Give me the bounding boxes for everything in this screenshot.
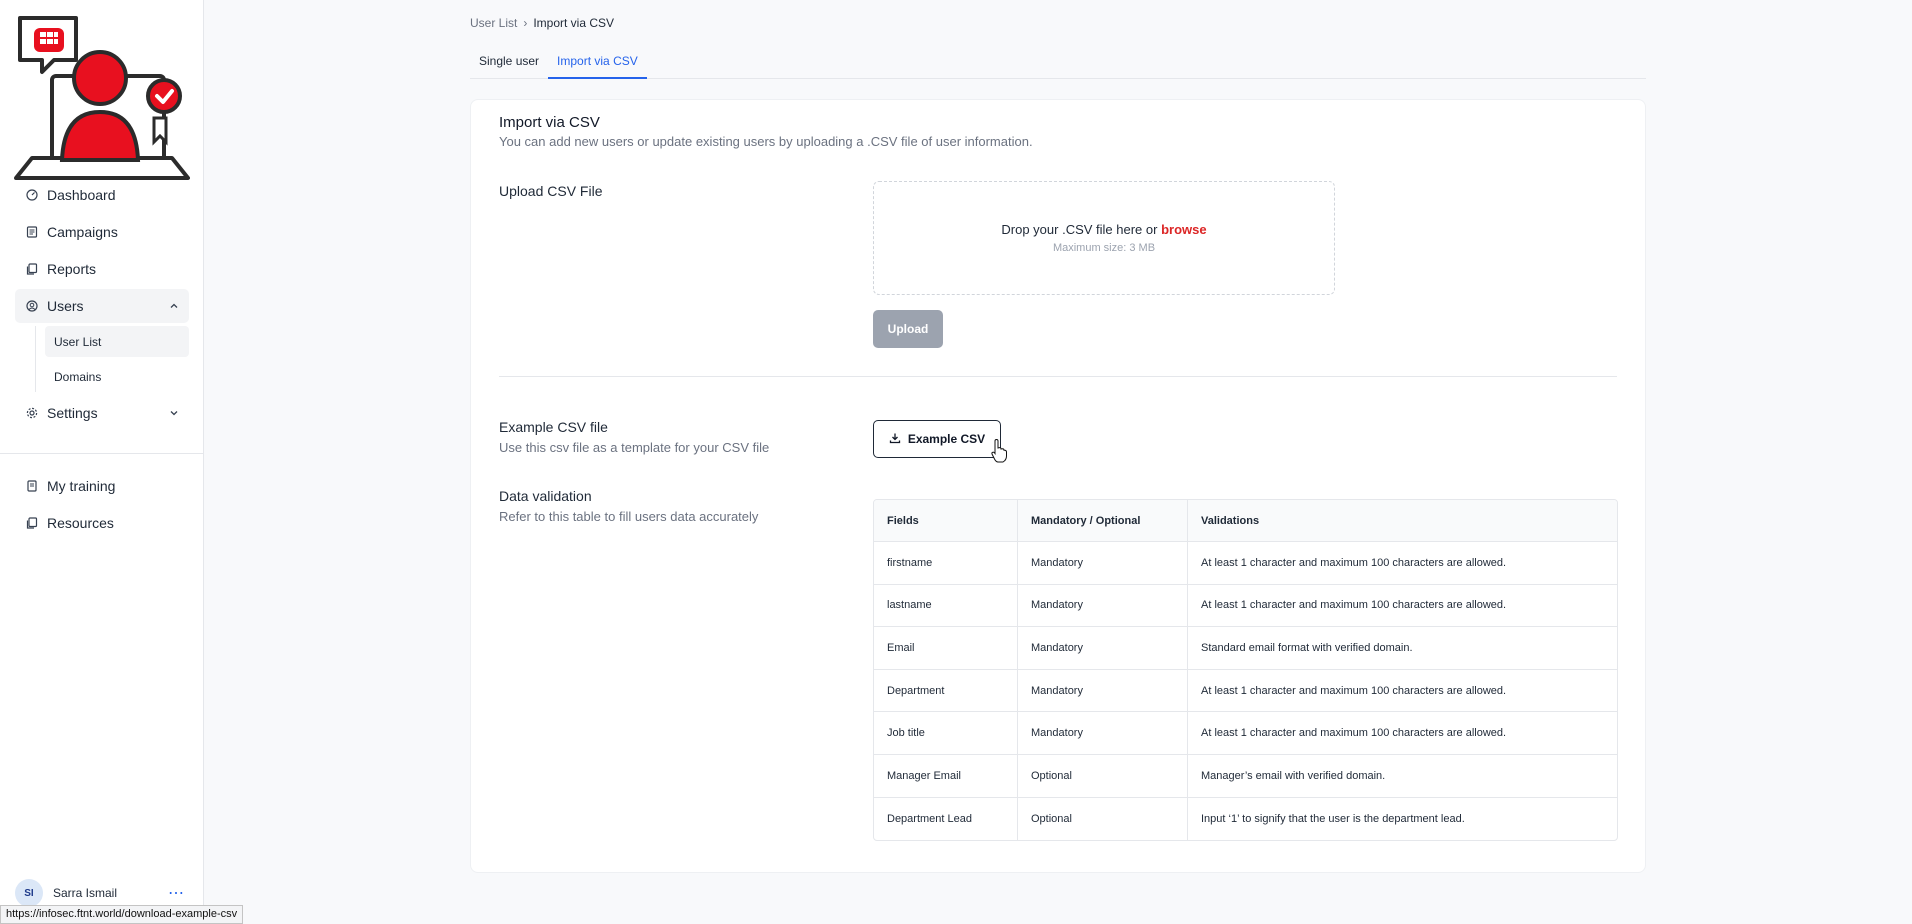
chevron-down-icon (169, 408, 179, 418)
max-size-hint: Maximum size: 3 MB (1052, 242, 1156, 254)
validation-section-subtitle: Refer to this table to fill users data a… (499, 509, 759, 524)
user-name: Sarra Ismail (53, 886, 118, 900)
reports-icon (25, 262, 39, 276)
nav-label: Campaigns (47, 224, 118, 240)
table-cell: Job title (874, 712, 1018, 755)
resources-icon (25, 516, 39, 530)
sidebar-item-domains[interactable]: Domains (45, 361, 189, 392)
nav-item-users[interactable]: Users (15, 289, 189, 323)
table-cell: Mandatory (1018, 627, 1188, 670)
nav-label: Settings (47, 405, 98, 421)
more-options-icon[interactable]: ⋯ (168, 883, 185, 903)
browse-link[interactable]: browse (1161, 222, 1207, 237)
table-row: Department Lead Optional Input ‘1’ to si… (874, 797, 1617, 841)
nav-label: Reports (47, 261, 97, 277)
table-cell: At least 1 character and maximum 100 cha… (1188, 670, 1617, 713)
user-profile[interactable]: SI Sarra Ismail ⋯ (15, 878, 189, 908)
table-cell: At least 1 character and maximum 100 cha… (1188, 712, 1617, 755)
table-cell: Department (874, 669, 1018, 713)
example-csv-label: Example CSV (907, 432, 986, 446)
page-title: Import via CSV (499, 114, 600, 131)
nav-label: My training (47, 478, 116, 494)
download-icon (889, 432, 901, 447)
table-cell: Mandatory (1018, 542, 1188, 585)
main-nav: Dashboard Campaigns Reports Users User L… (15, 178, 189, 433)
tab-single-user[interactable]: Single user (470, 48, 548, 79)
drop-instruction: Drop your .CSV file here or (1001, 222, 1158, 237)
table-cell: Optional (1018, 754, 1188, 798)
table-row: firstname Mandatory At least 1 character… (874, 542, 1617, 585)
csv-dropzone[interactable]: Drop your .CSV file here or browse Maxim… (873, 181, 1335, 295)
nav-item-dashboard[interactable]: Dashboard (15, 178, 189, 212)
breadcrumb-user-list[interactable]: User List (470, 16, 517, 30)
table-row: Department Mandatory At least 1 characte… (874, 669, 1617, 713)
nav-label: Users (47, 298, 84, 314)
breadcrumb-current: Import via CSV (533, 16, 615, 30)
users-subnav: User List Domains (35, 326, 189, 392)
table-cell: Input ‘1’ to signify that the user is th… (1201, 812, 1465, 825)
table-cell: Standard email format with verified doma… (1188, 627, 1617, 670)
table-cell: firstname (874, 542, 1018, 585)
table-header-row: Fields Mandatory / Optional Validations (874, 500, 1617, 542)
table-row: lastname Mandatory At least 1 character … (874, 584, 1617, 628)
nav-label: Resources (47, 515, 114, 531)
table-cell: Email (874, 627, 1018, 670)
nav-item-campaigns[interactable]: Campaigns (15, 215, 189, 249)
upload-button[interactable]: Upload (873, 310, 943, 348)
example-section-title: Example CSV file (499, 419, 608, 435)
table-cell: Optional (1018, 797, 1188, 841)
table-cell: Manager Email (874, 754, 1018, 798)
tab-bar: Single user Import via CSV (470, 48, 1646, 79)
table-cell: Manager’s email with verified domain. (1188, 755, 1617, 798)
table-cell: lastname (874, 584, 1018, 628)
sidebar: Dashboard Campaigns Reports Users User L… (0, 0, 204, 924)
hand-pointer-icon (991, 439, 1007, 463)
nav-label: Dashboard (47, 187, 116, 203)
chevron-up-icon (169, 301, 179, 311)
table-cell: Mandatory (1018, 669, 1188, 713)
table-cell: Mandatory (1018, 712, 1188, 755)
status-bar-url: https://infosec.ftnt.world/download-exam… (0, 905, 244, 924)
table-cell: Mandatory (1018, 584, 1188, 628)
gear-icon (25, 406, 39, 420)
table-cell: At least 1 character and maximum 100 cha… (1188, 542, 1617, 585)
avatar: SI (15, 879, 43, 907)
users-icon (25, 299, 39, 313)
validation-section-title: Data validation (499, 488, 592, 504)
training-icon (25, 479, 39, 493)
column-header: Validations (1188, 500, 1617, 542)
nav-item-resources[interactable]: Resources (15, 506, 189, 540)
page-subtitle: You can add new users or update existing… (499, 134, 1033, 149)
nav-item-my-training[interactable]: My training (15, 469, 189, 503)
validation-table: Fields Mandatory / Optional Validations … (873, 499, 1618, 842)
section-divider (499, 376, 1617, 377)
upload-section-title: Upload CSV File (499, 183, 603, 199)
nav-item-settings[interactable]: Settings (15, 396, 189, 430)
tab-import-via-csv[interactable]: Import via CSV (548, 48, 647, 79)
breadcrumb: User List › Import via CSV (470, 16, 614, 30)
table-row: Manager Email Optional Manager’s email w… (874, 754, 1617, 798)
secondary-nav: My training Resources (15, 469, 189, 543)
nav-item-reports[interactable]: Reports (15, 252, 189, 286)
dashboard-icon (25, 188, 39, 202)
table-row: Job title Mandatory At least 1 character… (874, 712, 1617, 755)
example-section-subtitle: Use this csv file as a template for your… (499, 440, 770, 455)
breadcrumb-separator-icon: › (523, 16, 528, 30)
import-card: Import via CSV You can add new users or … (470, 99, 1646, 873)
table-cell: At least 1 character and maximum 100 cha… (1188, 585, 1617, 628)
table-cell: Department Lead (874, 797, 1018, 841)
security-awareness-logo (14, 16, 190, 180)
example-csv-button[interactable]: Example CSV (873, 420, 1001, 458)
sidebar-item-user-list[interactable]: User List (45, 326, 189, 357)
campaigns-icon (25, 225, 39, 239)
nav-divider (0, 453, 204, 454)
dropzone-text: Drop your .CSV file here or browse (874, 222, 1334, 237)
column-header: Mandatory / Optional (1018, 500, 1188, 542)
column-header: Fields (874, 500, 1018, 542)
table-row: Email Mandatory Standard email format wi… (874, 627, 1617, 670)
